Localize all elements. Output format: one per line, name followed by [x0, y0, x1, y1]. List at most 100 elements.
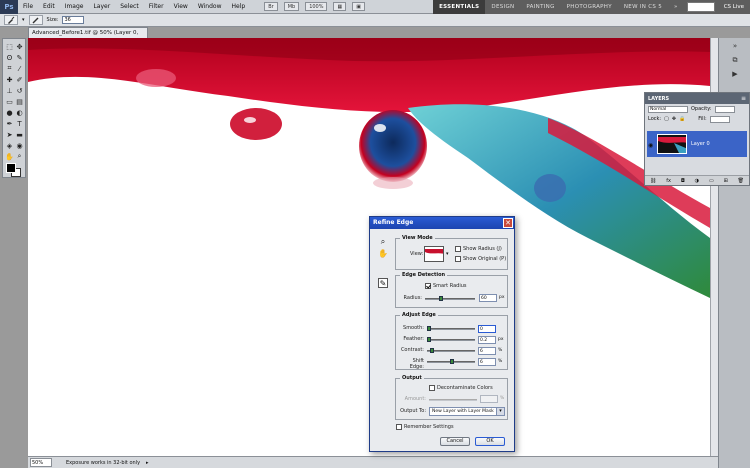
- zoom-tool-icon[interactable]: ⌕: [378, 237, 388, 247]
- layer-visibility-eye-icon[interactable]: ◉: [648, 142, 653, 149]
- radius-input[interactable]: 60: [479, 294, 497, 302]
- screen-mode-icon[interactable]: ▣: [352, 2, 365, 11]
- eyedropper-tool-icon[interactable]: ⁄: [15, 64, 24, 73]
- lock-position-icon[interactable]: ✥: [672, 116, 676, 122]
- type-tool-icon[interactable]: T: [15, 119, 24, 128]
- mask-icon[interactable]: ◘: [681, 178, 685, 184]
- lock-all-icon[interactable]: 🔒: [679, 116, 685, 122]
- panel-menu-icon[interactable]: ≡: [741, 95, 746, 102]
- history-brush-tool-icon[interactable]: ↺: [15, 86, 24, 95]
- dodge-tool-icon[interactable]: ◐: [15, 108, 24, 117]
- radius-slider[interactable]: [425, 298, 475, 300]
- actions-panel-icon[interactable]: ▶: [725, 70, 745, 80]
- new-layer-icon[interactable]: ⊞: [724, 178, 728, 184]
- path-selection-tool-icon[interactable]: ➤: [5, 130, 14, 139]
- fill-field[interactable]: [709, 115, 730, 123]
- hand-tool-icon[interactable]: ✋: [378, 249, 388, 259]
- menu-layer[interactable]: Layer: [88, 0, 115, 14]
- dock-collapse-icon[interactable]: »: [725, 42, 745, 52]
- eraser-tool-icon[interactable]: ▭: [5, 97, 14, 106]
- menu-select[interactable]: Select: [115, 0, 144, 14]
- adjustment-icon[interactable]: ◑: [695, 178, 699, 184]
- ok-button[interactable]: OK: [475, 437, 505, 446]
- menu-edit[interactable]: Edit: [38, 0, 60, 14]
- quick-selection-tool-icon[interactable]: ✎: [15, 53, 24, 62]
- preset-dropdown-icon[interactable]: ▾: [22, 17, 25, 23]
- feather-slider-thumb[interactable]: [427, 337, 431, 342]
- hand-tool-icon[interactable]: ✋: [5, 152, 14, 161]
- workspace-design[interactable]: DESIGN: [485, 0, 520, 14]
- workspace-photography[interactable]: PHOTOGRAPHY: [561, 0, 618, 14]
- feather-slider[interactable]: [427, 339, 475, 341]
- brush-mode-icon[interactable]: [28, 15, 43, 25]
- layers-tab[interactable]: LAYERS: [648, 96, 669, 102]
- view-mode-thumbnail[interactable]: [424, 246, 444, 262]
- workspace-new-in-cs5[interactable]: NEW IN CS 5: [618, 0, 668, 14]
- arrange-documents-icon[interactable]: ▦: [333, 2, 347, 11]
- move-tool-icon[interactable]: ✥: [15, 42, 24, 51]
- view-dropdown-icon[interactable]: ▾: [446, 251, 449, 257]
- size-input[interactable]: 36: [62, 16, 85, 24]
- amount-slider[interactable]: [429, 399, 477, 401]
- dialog-close-button[interactable]: ✕: [503, 218, 513, 228]
- output-to-select[interactable]: New Layer with Layer Mask ▾: [429, 407, 505, 416]
- 3d-rotate-tool-icon[interactable]: ◈: [5, 141, 14, 150]
- smooth-slider-thumb[interactable]: [427, 326, 431, 331]
- link-icon[interactable]: ⛓: [650, 178, 656, 184]
- menu-image[interactable]: Image: [60, 0, 89, 14]
- workspace-essentials[interactable]: ESSENTIALS: [433, 0, 486, 14]
- zoom-level-select[interactable]: 100%: [305, 2, 328, 11]
- zoom-level-field[interactable]: 50%: [30, 458, 52, 467]
- crop-tool-icon[interactable]: ⌗: [5, 64, 14, 73]
- lock-icon[interactable]: ▢: [664, 116, 669, 122]
- bridge-icon[interactable]: Br: [264, 2, 278, 11]
- marquee-tool-icon[interactable]: ⬚: [5, 42, 14, 51]
- show-original-checkbox[interactable]: [455, 256, 461, 262]
- help-search-input[interactable]: [686, 2, 715, 12]
- blur-tool-icon[interactable]: ●: [5, 108, 14, 117]
- shape-tool-icon[interactable]: ▬: [15, 130, 24, 139]
- folder-icon[interactable]: ▭: [709, 178, 714, 184]
- shift-edge-slider-thumb[interactable]: [450, 359, 454, 364]
- amount-input[interactable]: [480, 395, 498, 403]
- menu-view[interactable]: View: [169, 0, 193, 14]
- cancel-button[interactable]: Cancel: [440, 437, 470, 446]
- remember-settings-checkbox[interactable]: [396, 424, 402, 430]
- blend-mode-select[interactable]: Normal: [648, 105, 688, 113]
- smart-radius-checkbox[interactable]: [425, 283, 431, 289]
- show-radius-checkbox[interactable]: [455, 246, 461, 252]
- menu-window[interactable]: Window: [193, 0, 227, 14]
- radius-slider-thumb[interactable]: [439, 296, 443, 301]
- smooth-slider[interactable]: [427, 328, 475, 330]
- zoom-tool-icon[interactable]: ⌕: [15, 152, 24, 161]
- 3d-orbit-tool-icon[interactable]: ◉: [15, 141, 24, 150]
- gradient-tool-icon[interactable]: ▤: [15, 97, 24, 106]
- feather-input[interactable]: 0.2: [478, 336, 496, 344]
- shift-edge-input[interactable]: 6: [478, 358, 496, 366]
- document-tab[interactable]: Advanced_Before1.tif @ 50% (Layer 0, RGB…: [28, 27, 148, 46]
- contrast-slider-thumb[interactable]: [430, 348, 434, 353]
- menu-file[interactable]: File: [18, 0, 38, 14]
- mini-bridge-icon[interactable]: Mb: [283, 2, 300, 11]
- lasso-tool-icon[interactable]: ʘ: [5, 53, 14, 62]
- contrast-input[interactable]: 6: [478, 347, 496, 355]
- layer-row[interactable]: Layer 0: [647, 131, 747, 157]
- clone-stamp-tool-icon[interactable]: ⊥: [5, 86, 14, 95]
- brush-tool-icon[interactable]: ✐: [15, 75, 24, 84]
- contrast-slider[interactable]: [427, 350, 475, 352]
- quick-selection-tool-preset-icon[interactable]: [4, 15, 18, 25]
- menu-help[interactable]: Help: [227, 0, 251, 14]
- status-menu-arrow-icon[interactable]: ▸: [146, 460, 149, 466]
- refine-radius-tool-icon[interactable]: ✎: [378, 278, 388, 288]
- cs-live-button[interactable]: CS Live: [717, 0, 750, 14]
- healing-brush-tool-icon[interactable]: ✚: [5, 75, 14, 84]
- workspace-painting[interactable]: PAINTING: [520, 0, 560, 14]
- workspace-more-icon[interactable]: »: [668, 0, 684, 14]
- foreground-color-swatch[interactable]: [6, 163, 16, 173]
- opacity-field[interactable]: [714, 105, 735, 113]
- menu-filter[interactable]: Filter: [144, 0, 169, 14]
- smooth-input[interactable]: 0: [478, 325, 496, 333]
- fx-icon[interactable]: fx: [666, 178, 671, 184]
- decontaminate-colors-checkbox[interactable]: [429, 385, 435, 391]
- pen-tool-icon[interactable]: ✒: [5, 119, 14, 128]
